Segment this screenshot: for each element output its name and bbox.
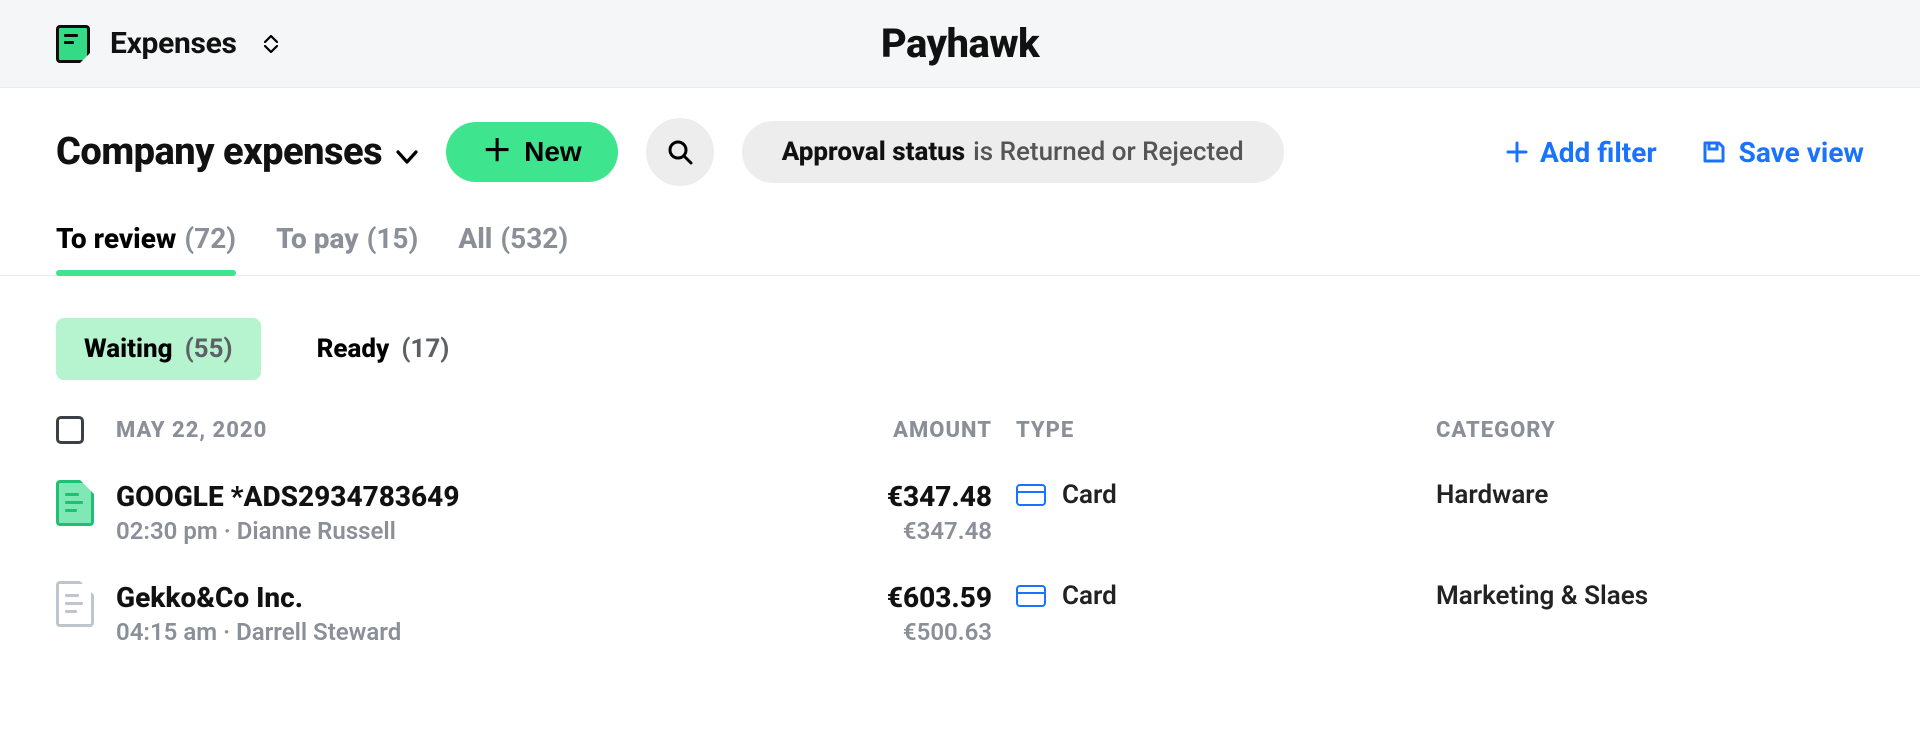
table-header: MAY 22, 2020 AMOUNT TYPE CATEGORY: [56, 416, 1864, 444]
filter-chip-approval-status[interactable]: Approval status is Returned or Rejected: [742, 121, 1284, 183]
page-title-dropdown[interactable]: Company expenses: [56, 130, 418, 174]
amount-main: €347.48: [756, 480, 1016, 513]
column-amount: AMOUNT: [756, 418, 1016, 443]
main-tabs: To review (72) To pay (15) All (532): [0, 186, 1920, 276]
column-type: TYPE: [1016, 418, 1436, 443]
amount-sub: €500.63: [756, 618, 1016, 646]
amount-main: €603.59: [756, 581, 1016, 614]
category-cell: Marketing & Slaes: [1436, 581, 1864, 611]
tab-to-review[interactable]: To review (72): [56, 222, 236, 275]
type-cell: Card: [1016, 581, 1436, 611]
add-filter-label: Add filter: [1540, 136, 1657, 169]
subtab-count: (55): [185, 334, 233, 364]
tab-label: To review: [56, 222, 176, 255]
receipt-icon: [56, 581, 94, 627]
app-switch-icon: [261, 32, 281, 56]
merchant-name: Gekko&Co Inc.: [116, 581, 756, 614]
app-bar: Expenses Payhawk: [0, 0, 1920, 88]
header-actions: Add filter Save view: [1506, 136, 1864, 169]
row-meta: 02:30 pm·Dianne Russell: [116, 517, 756, 545]
app-title: Expenses: [110, 26, 237, 61]
select-all-checkbox[interactable]: [56, 416, 84, 444]
plus-icon: [1506, 141, 1528, 163]
filter-chip-value: is Returned or Rejected: [973, 137, 1244, 167]
receipt-icon: [56, 480, 94, 526]
amount-sub: €347.48: [756, 517, 1016, 545]
expenses-app-icon: [56, 25, 90, 63]
search-button[interactable]: [646, 118, 714, 186]
column-category: CATEGORY: [1436, 418, 1864, 443]
page-title-text: Company expenses: [56, 130, 382, 174]
tab-label: All: [458, 222, 492, 255]
expense-table: MAY 22, 2020 AMOUNT TYPE CATEGORY GOOGLE…: [0, 380, 1920, 646]
app-switcher[interactable]: Expenses: [56, 25, 281, 63]
row-person: Darrell Steward: [236, 618, 401, 646]
date-group-header: MAY 22, 2020: [116, 418, 756, 443]
brand-logo: Payhawk: [881, 20, 1039, 67]
subtab-count: (17): [401, 334, 449, 364]
tab-count: (72): [184, 222, 236, 255]
chevron-down-icon: [396, 130, 418, 174]
type-label: Card: [1062, 581, 1117, 611]
row-person: Dianne Russell: [237, 517, 396, 545]
tab-label: To pay: [276, 222, 358, 255]
subtab-ready[interactable]: Ready (17): [289, 318, 478, 380]
merchant-name: GOOGLE *ADS2934783649: [116, 480, 756, 513]
type-cell: Card: [1016, 480, 1436, 510]
add-filter-button[interactable]: Add filter: [1506, 136, 1657, 169]
sub-tabs: Waiting (55) Ready (17): [0, 276, 1920, 380]
row-time: 04:15 am: [116, 618, 217, 646]
table-row[interactable]: GOOGLE *ADS2934783649 02:30 pm·Dianne Ru…: [56, 480, 1864, 545]
new-button-label: New: [524, 136, 582, 168]
page-header: Company expenses ＋ New Approval status i…: [0, 88, 1920, 186]
plus-icon: ＋: [482, 137, 512, 167]
table-row[interactable]: Gekko&Co Inc. 04:15 am·Darrell Steward €…: [56, 581, 1864, 646]
tab-all[interactable]: All (532): [458, 222, 568, 275]
row-time: 02:30 pm: [116, 517, 218, 545]
card-icon: [1016, 585, 1046, 607]
type-label: Card: [1062, 480, 1117, 510]
row-meta: 04:15 am·Darrell Steward: [116, 618, 756, 646]
save-view-button[interactable]: Save view: [1701, 136, 1864, 169]
tab-count: (532): [500, 222, 568, 255]
tab-count: (15): [367, 222, 419, 255]
new-button[interactable]: ＋ New: [446, 122, 618, 182]
card-icon: [1016, 484, 1046, 506]
tab-to-pay[interactable]: To pay (15): [276, 222, 418, 275]
category-cell: Hardware: [1436, 480, 1864, 510]
save-view-label: Save view: [1739, 136, 1864, 169]
subtab-label: Ready: [317, 334, 390, 364]
save-icon: [1701, 139, 1727, 165]
subtab-waiting[interactable]: Waiting (55): [56, 318, 261, 380]
subtab-label: Waiting: [84, 334, 173, 364]
search-icon: [666, 138, 694, 166]
filter-chip-field: Approval status: [782, 137, 965, 167]
